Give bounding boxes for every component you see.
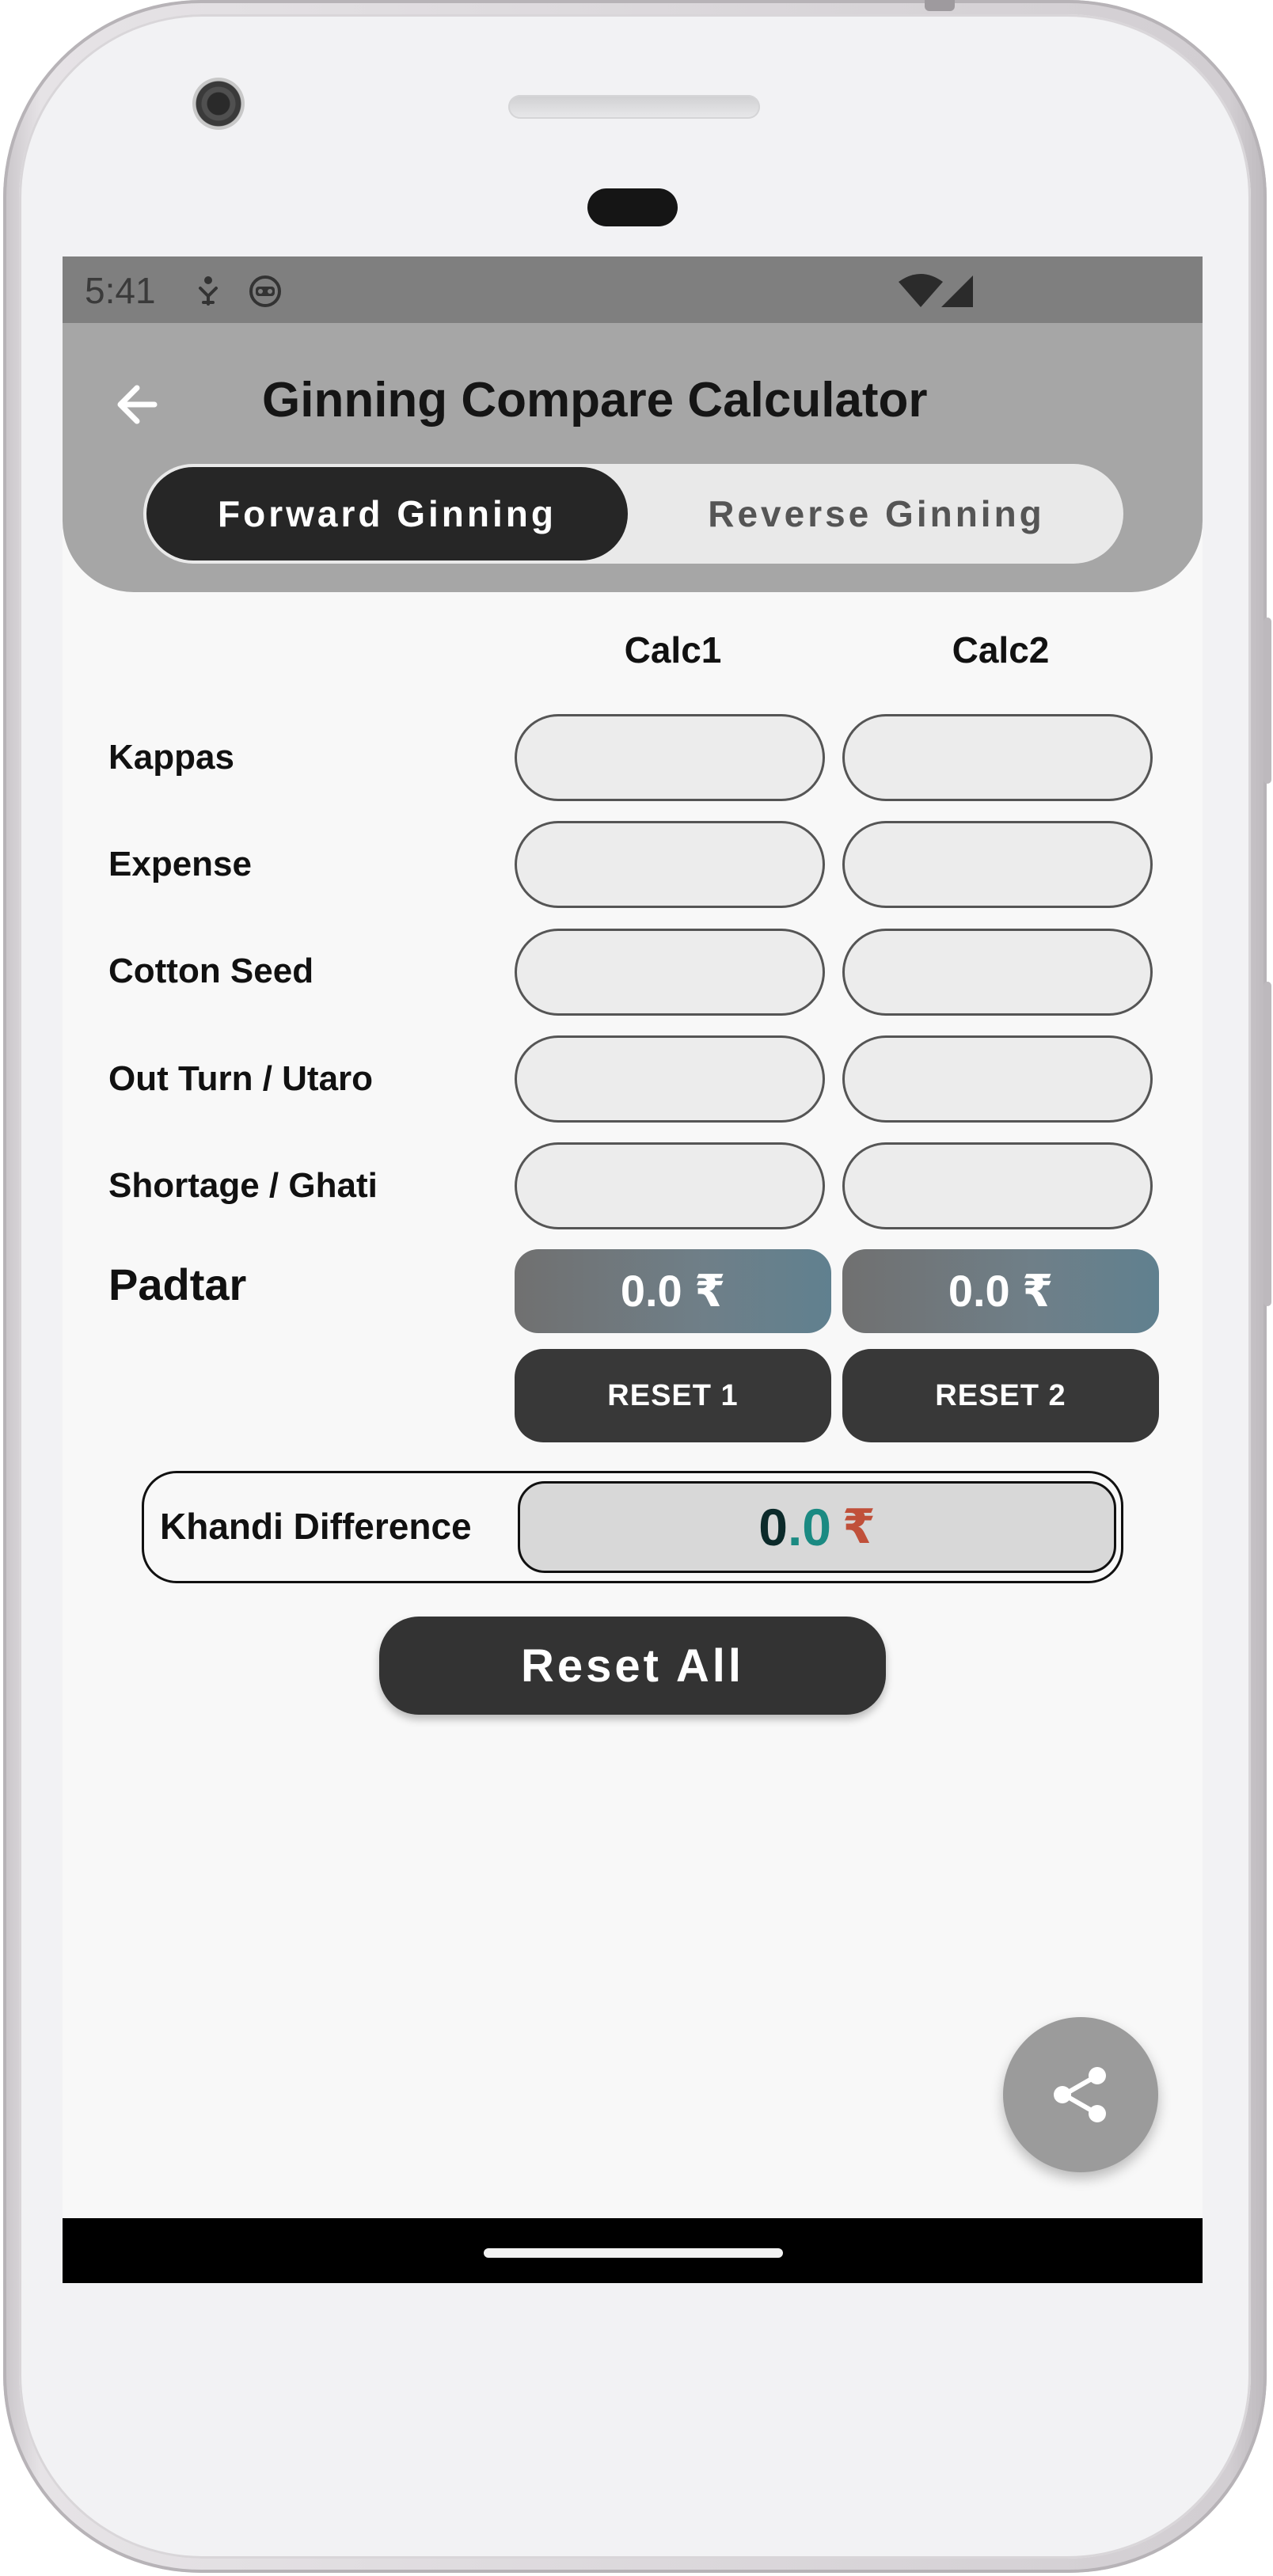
kappas-label: Kappas bbox=[108, 738, 234, 777]
out-turn-input-calc1[interactable] bbox=[515, 1035, 825, 1123]
calc2-header: Calc2 bbox=[952, 629, 1050, 671]
padtar-label: Padtar bbox=[108, 1260, 247, 1309]
reset-all-button[interactable]: Reset All bbox=[379, 1617, 886, 1715]
expense-input-calc1[interactable] bbox=[515, 821, 825, 908]
app-bar: Ginning Compare Calculator Forward Ginni… bbox=[63, 323, 1203, 592]
khandi-value-decimal: 0 bbox=[802, 1498, 832, 1556]
cotton-seed-input-calc1[interactable] bbox=[515, 929, 825, 1016]
page-title: Ginning Compare Calculator bbox=[262, 373, 928, 427]
home-gesture-handle[interactable] bbox=[484, 2248, 783, 2258]
proximity-sensor bbox=[587, 188, 678, 226]
khandi-value-dot: . bbox=[787, 1498, 803, 1556]
tab-reverse-ginning[interactable]: Reverse Ginning bbox=[634, 467, 1119, 560]
rupee-symbol: ₹ bbox=[842, 1500, 876, 1553]
back-arrow-icon[interactable] bbox=[110, 377, 165, 432]
share-icon bbox=[1054, 2067, 1106, 2122]
app-screen: 5:41 Ginning Compare Calculator Forward … bbox=[63, 256, 1203, 2283]
phone-top-slot bbox=[925, 0, 955, 11]
front-camera bbox=[192, 78, 245, 130]
khandi-difference-value: 0. 0 ₹ bbox=[518, 1481, 1116, 1573]
reset-1-button[interactable]: RESET 1 bbox=[515, 1349, 831, 1442]
phone-side-button bbox=[1264, 982, 1271, 1306]
phone-side-button bbox=[1264, 617, 1271, 784]
status-time: 5:41 bbox=[85, 270, 156, 311]
tab-forward-ginning[interactable]: Forward Ginning bbox=[146, 467, 628, 560]
shortage-input-calc2[interactable] bbox=[842, 1142, 1153, 1229]
calc1-header: Calc1 bbox=[624, 629, 722, 671]
accessibility-icon bbox=[199, 276, 218, 306]
cotton-seed-label: Cotton Seed bbox=[108, 952, 314, 990]
reset-2-button[interactable]: RESET 2 bbox=[842, 1349, 1159, 1442]
ginning-mode-toggle: Forward Ginning Reverse Ginning bbox=[143, 464, 1123, 564]
shortage-label: Shortage / Ghati bbox=[108, 1166, 378, 1205]
padtar-result-calc2: 0.0 ₹ bbox=[842, 1249, 1159, 1333]
out-turn-label: Out Turn / Utaro bbox=[108, 1059, 374, 1098]
khandi-difference-label: Khandi Difference bbox=[160, 1506, 472, 1547]
khandi-value-integer: 0 bbox=[758, 1498, 788, 1556]
signal-icon bbox=[941, 275, 973, 307]
android-face-icon bbox=[249, 275, 281, 307]
earpiece-speaker bbox=[508, 95, 760, 119]
share-button[interactable] bbox=[1003, 2017, 1158, 2172]
expense-input-calc2[interactable] bbox=[842, 821, 1153, 908]
kappas-input-calc2[interactable] bbox=[842, 714, 1153, 801]
shortage-input-calc1[interactable] bbox=[515, 1142, 825, 1229]
status-bar: 5:41 bbox=[63, 256, 1203, 323]
expense-label: Expense bbox=[108, 845, 252, 883]
out-turn-input-calc2[interactable] bbox=[842, 1035, 1153, 1123]
padtar-result-calc1: 0.0 ₹ bbox=[515, 1249, 831, 1333]
cotton-seed-input-calc2[interactable] bbox=[842, 929, 1153, 1016]
navigation-bar bbox=[63, 2218, 1203, 2283]
kappas-input-calc1[interactable] bbox=[515, 714, 825, 801]
khandi-difference-panel: Khandi Difference 0. 0 ₹ bbox=[142, 1471, 1123, 1583]
